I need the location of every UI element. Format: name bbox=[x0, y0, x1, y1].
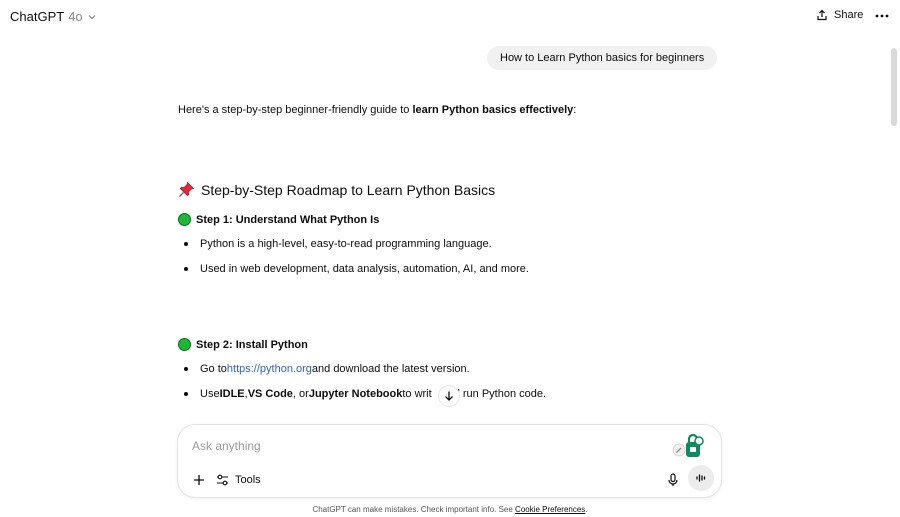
list-item-text: Use bbox=[200, 388, 220, 400]
plus-icon bbox=[194, 475, 204, 485]
user-message: How to Learn Python basics for beginners bbox=[487, 46, 718, 70]
waveform-icon bbox=[696, 474, 706, 482]
voice-mode-button[interactable] bbox=[688, 465, 714, 491]
bullet-icon bbox=[184, 367, 188, 371]
attach-button[interactable] bbox=[190, 471, 208, 489]
chevron-down-icon bbox=[88, 14, 96, 19]
prompt-input[interactable] bbox=[192, 437, 652, 455]
list-item-text: Python is a high-level, easy-to-read pro… bbox=[200, 238, 492, 250]
list-item-text: d run Python code. bbox=[453, 388, 547, 400]
model-name: ChatGPT bbox=[10, 9, 65, 24]
list-item-text: Used in web development, data analysis, … bbox=[200, 263, 529, 275]
bullet-icon bbox=[184, 242, 188, 246]
list-item-text: to writ bbox=[402, 388, 432, 400]
more-options-button[interactable] bbox=[874, 8, 890, 24]
bullet-icon bbox=[184, 392, 188, 396]
list-item: Use IDLE, VS Code, or Jupyter Notebook t… bbox=[184, 388, 546, 400]
list-item-text: Go to bbox=[200, 363, 227, 375]
list-item-text: and download the latest version. bbox=[311, 363, 470, 375]
tools-label: Tools bbox=[235, 474, 261, 486]
scrollbar-thumb[interactable] bbox=[891, 48, 897, 126]
arrow-down-icon bbox=[445, 391, 453, 401]
python-org-link[interactable]: https://python.org bbox=[227, 363, 312, 375]
share-label: Share bbox=[834, 9, 864, 21]
intro-prefix: Here's a step-by-step beginner-friendly … bbox=[178, 104, 413, 116]
section-heading: Step-by-Step Roadmap to Learn Python Bas… bbox=[178, 181, 495, 198]
tools-button[interactable]: Tools bbox=[216, 471, 261, 489]
step-1-title-text: Step 1: Understand What Python Is bbox=[196, 213, 380, 226]
list-item-text: , or bbox=[292, 388, 309, 400]
step-2-title-text: Step 2: Install Python bbox=[196, 338, 308, 351]
share-icon bbox=[817, 9, 827, 21]
bold-term: VS Code bbox=[247, 388, 293, 400]
extension-icon bbox=[672, 433, 704, 457]
section-heading-text: Step-by-Step Roadmap to Learn Python Bas… bbox=[201, 181, 496, 198]
step-1-title: Step 1: Understand What Python Is bbox=[178, 213, 379, 226]
intro-bold: learn Python basics effectively bbox=[412, 104, 574, 116]
top-bar: ChatGPT 4o Share bbox=[0, 0, 900, 36]
sliders-icon bbox=[217, 474, 228, 486]
green-circle-icon bbox=[178, 213, 191, 226]
scroll-to-bottom-button[interactable] bbox=[438, 385, 460, 407]
model-version: 4o bbox=[68, 9, 83, 24]
model-switcher[interactable]: ChatGPT 4o bbox=[10, 9, 97, 24]
bullet-icon bbox=[184, 267, 188, 271]
disclaimer: ChatGPT can make mistakes. Check importa… bbox=[0, 505, 900, 514]
list-item: Python is a high-level, easy-to-read pro… bbox=[184, 238, 492, 250]
composer: Tools bbox=[177, 424, 722, 498]
bold-term: IDLE bbox=[219, 388, 245, 400]
disclaimer-end: . bbox=[585, 505, 588, 514]
dictate-button[interactable] bbox=[664, 471, 682, 489]
ellipsis-icon bbox=[875, 14, 889, 18]
list-item: Used in web development, data analysis, … bbox=[184, 263, 529, 275]
microphone-icon bbox=[668, 473, 678, 486]
extension-widget[interactable] bbox=[672, 433, 706, 459]
disclaimer-text: ChatGPT can make mistakes. Check importa… bbox=[312, 505, 516, 514]
intro-text: Here's a step-by-step beginner-friendly … bbox=[178, 104, 576, 116]
share-button[interactable]: Share bbox=[816, 9, 863, 21]
list-item: Go to https://python.org and download th… bbox=[184, 363, 470, 375]
green-circle-icon bbox=[178, 338, 191, 351]
intro-suffix: : bbox=[573, 104, 577, 116]
bold-term: Jupyter Notebook bbox=[308, 388, 403, 400]
cookie-preferences-link[interactable]: Cookie Preferences bbox=[515, 505, 585, 514]
step-2-title: Step 2: Install Python bbox=[178, 338, 308, 351]
pushpin-icon bbox=[179, 181, 195, 197]
